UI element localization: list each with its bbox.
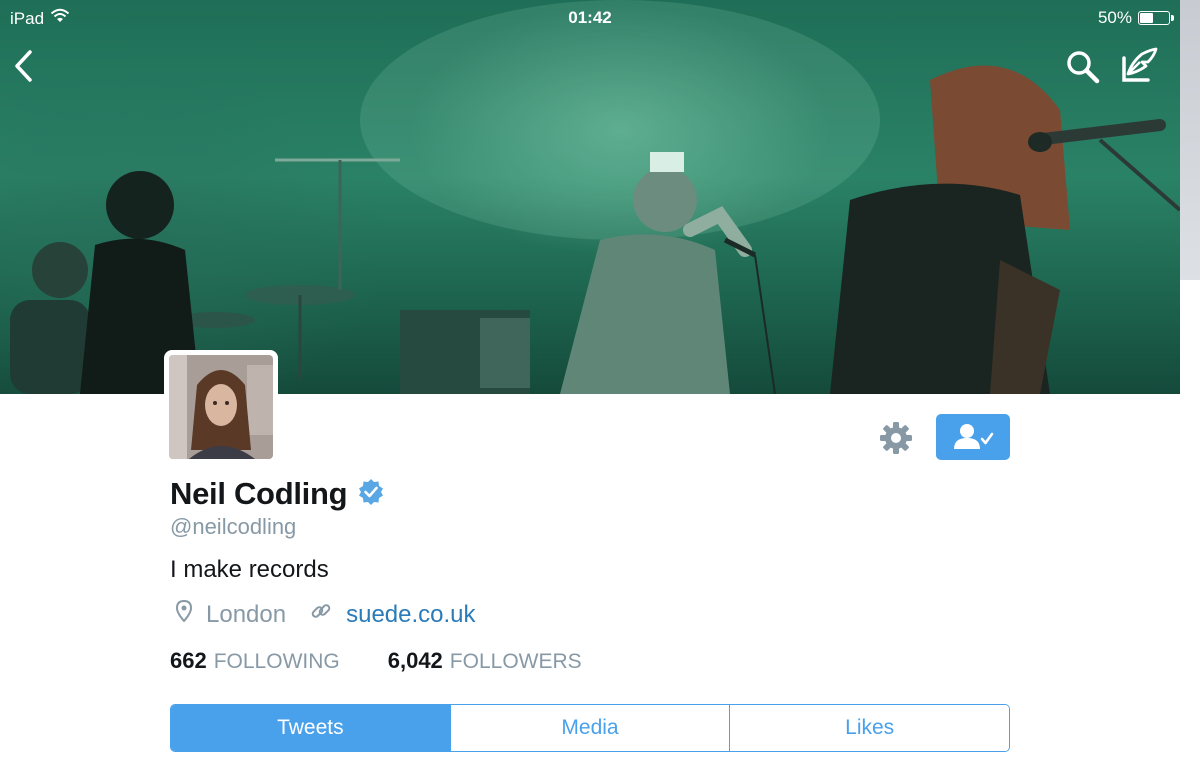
profile-tabs: Tweets Media Likes: [170, 704, 1010, 752]
profile-website-link[interactable]: suede.co.uk: [346, 601, 475, 629]
search-icon[interactable]: [1064, 48, 1102, 86]
status-bar: iPad 01:42 50%: [0, 0, 1180, 36]
profile-handle: @neilcodling: [170, 514, 297, 539]
chevron-left-icon[interactable]: [10, 48, 38, 84]
profile-avatar[interactable]: [164, 350, 278, 464]
location-pin-icon: [175, 599, 193, 629]
followers-stat[interactable]: 6,042 FOLLOWERS: [388, 648, 582, 674]
background-app-edge: [1180, 0, 1200, 280]
battery-percent: 50%: [1097, 8, 1132, 27]
profile-bio: I make records: [170, 556, 329, 583]
clock: 01:42: [568, 8, 612, 27]
following-stat[interactable]: 662 FOLLOWING: [170, 648, 340, 674]
following-button[interactable]: [936, 414, 1010, 460]
concert-photo: [10, 0, 1180, 394]
tab-media[interactable]: Media: [449, 705, 730, 751]
followers-label: FOLLOWERS: [449, 650, 582, 673]
avatar-photo: [169, 355, 273, 459]
gear-icon: [880, 422, 912, 454]
header-banner-image: [0, 0, 1180, 394]
followers-count: 6,042: [387, 648, 443, 673]
settings-gear-button[interactable]: [876, 418, 916, 458]
profile-name-row: Neil Codling: [170, 476, 385, 512]
battery-icon: [1138, 11, 1174, 25]
link-icon: [310, 600, 332, 629]
profile-location: London: [206, 600, 287, 628]
tab-likes[interactable]: Likes: [729, 705, 1009, 751]
verified-badge-icon: [357, 478, 385, 511]
battery-level: [1140, 13, 1153, 23]
user-check-icon: [954, 424, 994, 449]
profile-name: Neil Codling: [170, 476, 348, 511]
compose-tweet-icon[interactable]: [1118, 46, 1160, 86]
following-count: 662: [170, 648, 207, 673]
profile-meta: London suede.co.uk: [170, 599, 476, 629]
profile-stats: 662 FOLLOWING 6,042 FOLLOWERS: [170, 648, 582, 674]
following-label: FOLLOWING: [213, 650, 340, 673]
tab-tweets[interactable]: Tweets: [171, 705, 450, 751]
